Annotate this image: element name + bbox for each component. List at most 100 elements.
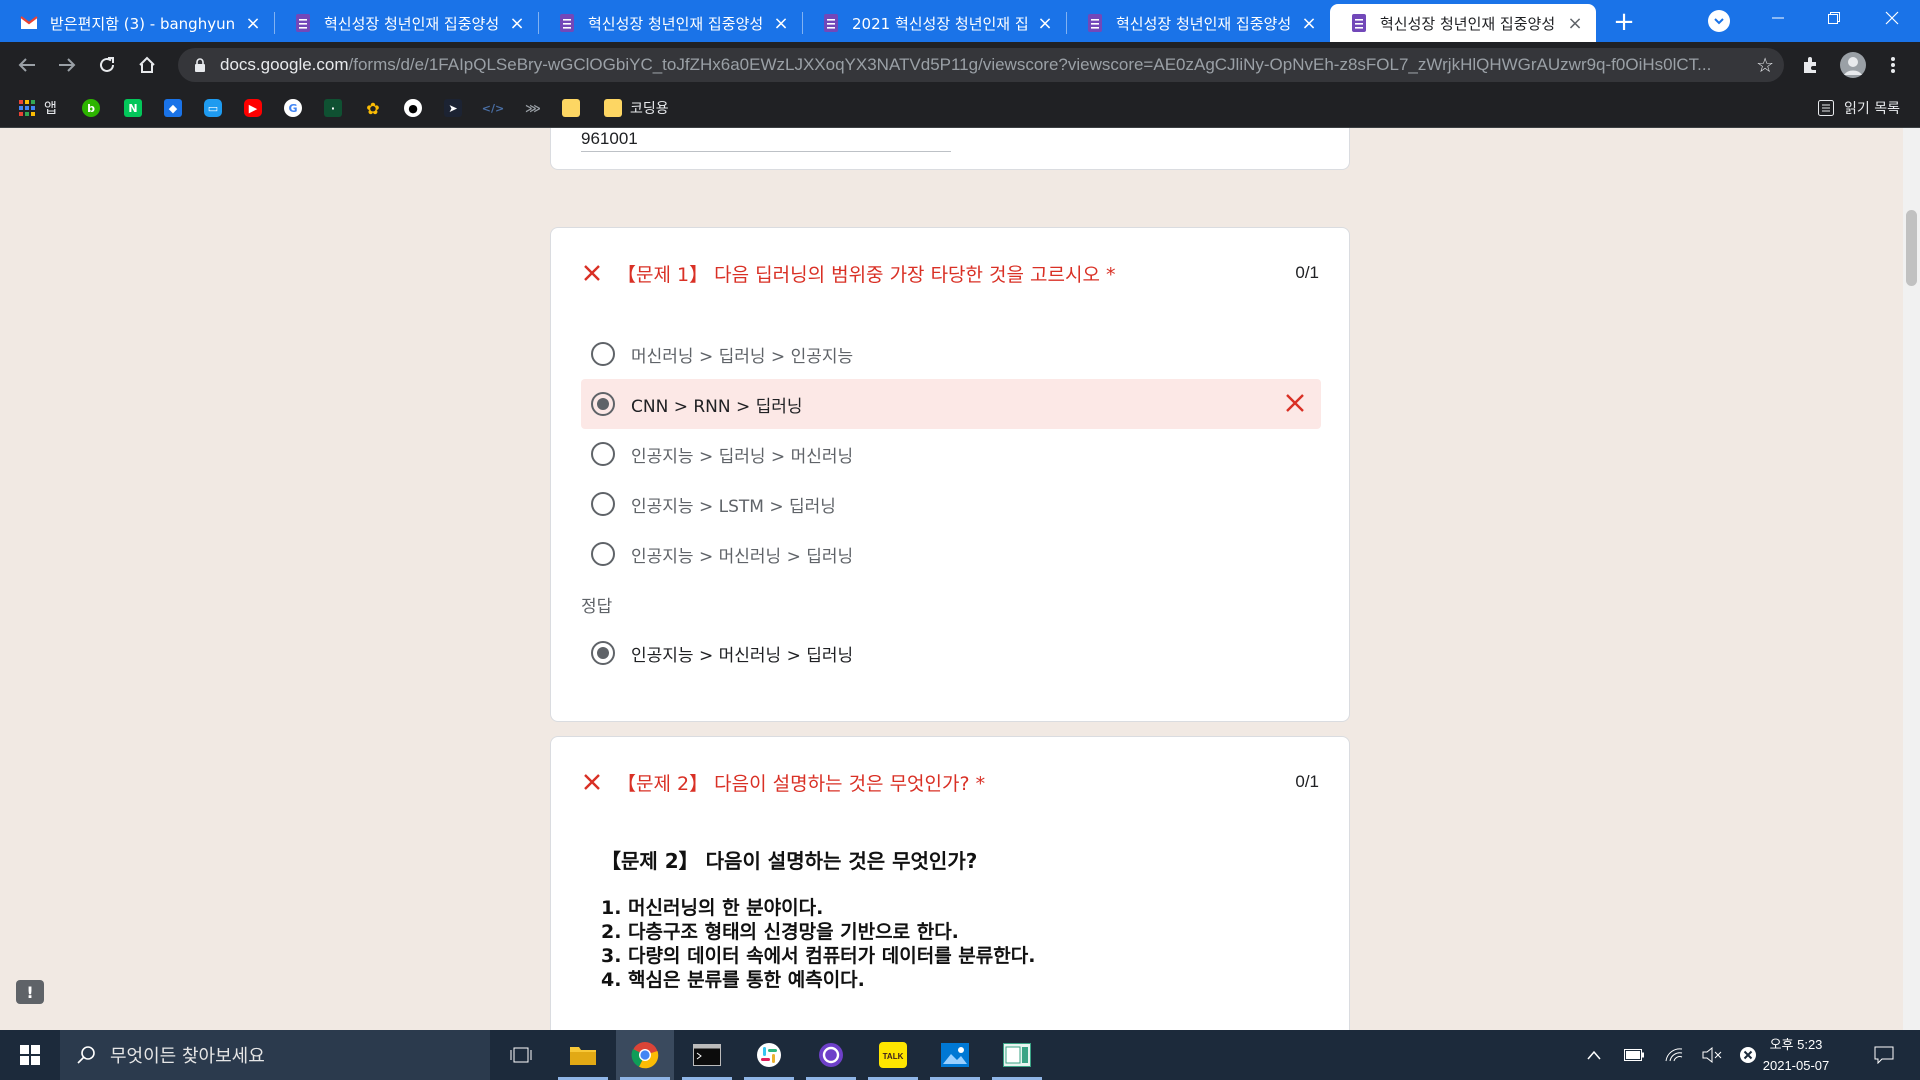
radio-button [591, 492, 615, 516]
apps-grid-icon [18, 99, 36, 117]
tab-gmail[interactable]: 받은편지함 (3) - banghyun × [0, 4, 274, 42]
page-scrollbar[interactable] [1903, 128, 1920, 1030]
tab-forms-3[interactable]: 2021 혁신성장 청년인재 집 × [802, 4, 1066, 42]
question-image: 【문제 2】 다음이 설명하는 것은 무엇인가? 1. 머신러닝의 한 분야이다… [601, 845, 1201, 992]
bookmark-11[interactable]: </> [481, 96, 505, 120]
clock-time: 오후 5:23 [1769, 1037, 1823, 1052]
reading-list[interactable]: 읽기 목록 [1818, 96, 1900, 120]
taskbar-clock[interactable]: 오후 5:23 2021-05-07 [1756, 1034, 1836, 1076]
close-icon[interactable]: × [508, 13, 526, 34]
previous-question-card: 961001 [550, 128, 1350, 170]
site-icon: b [82, 99, 100, 117]
option-4: 인공지능 > LSTM > 딥러닝 [581, 479, 1321, 529]
reload-icon[interactable] [90, 48, 124, 82]
bookmark-10[interactable]: ➤ [444, 96, 462, 120]
forms-page: 961001 【문제 1】 다음 딥러닝의 범위중 가장 타당한 것을 고르시오… [0, 128, 1920, 1030]
tab-title: 혁신성장 청년인재 집중양성 [1116, 14, 1292, 33]
minimize-icon[interactable] [1750, 0, 1806, 36]
bookmark-naver[interactable]: N [124, 96, 142, 120]
windows-start-icon[interactable] [0, 1030, 60, 1080]
lock-icon[interactable] [192, 57, 208, 73]
close-icon[interactable]: × [772, 13, 790, 34]
kakaotalk-icon[interactable]: TALK [864, 1030, 922, 1080]
bookmark-4[interactable]: ▭ [204, 96, 222, 120]
scrollbar-thumb[interactable] [1906, 210, 1917, 286]
site-icon: ⋙ [525, 101, 541, 115]
network-icon[interactable] [1660, 1030, 1688, 1080]
bird-icon: ➤ [444, 99, 462, 117]
option-text: 인공지능 > LSTM > 딥러닝 [631, 496, 836, 517]
battery-icon[interactable] [1620, 1030, 1648, 1080]
restore-icon[interactable] [1806, 0, 1862, 36]
browser-toolbar: docs.google.com/forms/d/e/1FAIpQLSeBry-w… [0, 42, 1920, 88]
forward-icon[interactable] [50, 48, 84, 82]
windows-taskbar: 무엇이든 찾아보세요 TALK 오후 5:23 2021-05-07 [0, 1030, 1920, 1080]
forms-icon [294, 14, 312, 32]
menu-kebab-icon[interactable] [1878, 50, 1908, 80]
youtube-icon: ▶ [244, 99, 262, 117]
close-icon[interactable]: × [1036, 13, 1054, 34]
pinwheel-icon: ✿ [366, 98, 380, 118]
option-text: 인공지능 > 머신러닝 > 딥러닝 [631, 546, 854, 567]
bookmark-star-icon[interactable]: ☆ [1756, 53, 1774, 77]
image-line: 4. 핵심은 분류를 통한 예측이다. [601, 969, 865, 991]
question-1-card: 【문제 1】 다음 딥러닝의 범위중 가장 타당한 것을 고르시오 * 0/1 … [550, 227, 1350, 722]
extensions-icon[interactable] [1795, 50, 1825, 80]
close-icon[interactable]: × [1300, 13, 1318, 34]
bookmark-12[interactable]: ⋙ [524, 96, 542, 120]
bookmark-3[interactable]: ◆ [164, 96, 182, 120]
option-text: 머신러닝 > 딥러닝 > 인공지능 [631, 346, 854, 367]
bookmark-7[interactable]: · [324, 96, 342, 120]
tab-forms-1[interactable]: 혁신성장 청년인재 집중양성 × [274, 4, 538, 42]
github-desktop-icon[interactable] [802, 1030, 860, 1080]
question-score: 0/1 [1295, 772, 1319, 791]
bookmark-folder[interactable] [562, 96, 580, 120]
task-view-icon[interactable] [492, 1030, 550, 1080]
tab-forms-active[interactable]: 혁신성장 청년인재 집중양성 × [1330, 4, 1596, 42]
image-line: 2. 다층구조 형태의 신경망을 기반으로 한다. [601, 921, 959, 943]
option-5: 인공지능 > 머신러닝 > 딥러닝 [581, 529, 1321, 579]
image-line: 3. 다량의 데이터 속에서 컴퓨터가 데이터를 분류한다. [601, 945, 1036, 967]
show-hidden-icons-chevron-up-icon[interactable] [1580, 1030, 1608, 1080]
taskbar-search-input[interactable]: 무엇이든 찾아보세요 [60, 1030, 490, 1080]
address-bar[interactable]: docs.google.com/forms/d/e/1FAIpQLSeBry-w… [178, 48, 1784, 82]
photos-icon[interactable] [926, 1030, 984, 1080]
cube-icon: ◆ [164, 99, 182, 117]
bookmark-youtube[interactable]: ▶ [244, 96, 262, 120]
question-2-card: 【문제 2】 다음이 설명하는 것은 무엇인가? * 0/1 【문제 2】 다음… [550, 736, 1350, 1030]
close-icon[interactable]: × [1566, 13, 1584, 34]
file-explorer-icon[interactable] [554, 1030, 612, 1080]
gmail-icon [20, 14, 38, 32]
bookmark-apps[interactable]: 앱 [18, 96, 57, 120]
bookmark-github[interactable]: ● [404, 96, 422, 120]
close-window-icon[interactable] [1864, 0, 1920, 36]
app-window-icon[interactable] [988, 1030, 1046, 1080]
bookmark-photos[interactable]: ✿ [364, 96, 382, 120]
option-text: 인공지능 > 머신러닝 > 딥러닝 [631, 645, 854, 666]
back-icon[interactable] [10, 48, 44, 82]
radio-button [591, 542, 615, 566]
forms-icon [1086, 14, 1104, 32]
question-score: 0/1 [1295, 263, 1319, 282]
tab-forms-2[interactable]: 혁신성장 청년인재 집중양성 × [538, 4, 802, 42]
new-tab-button[interactable]: + [1608, 6, 1640, 38]
volume-muted-icon[interactable] [1698, 1030, 1726, 1080]
code-icon: </> [481, 101, 505, 115]
slack-icon[interactable] [740, 1030, 798, 1080]
svg-text:TALK: TALK [883, 1052, 904, 1061]
bookmark-1[interactable]: b [82, 96, 100, 120]
report-feedback-icon[interactable]: ! [16, 980, 44, 1004]
terminal-icon[interactable] [678, 1030, 736, 1080]
close-icon[interactable]: × [244, 13, 262, 34]
profile-avatar[interactable] [1838, 50, 1868, 80]
home-icon[interactable] [130, 48, 164, 82]
tab-search-icon[interactable] [1708, 10, 1730, 32]
bookmark-coding[interactable]: 코딩용 [604, 96, 669, 120]
chrome-taskbar-icon[interactable] [616, 1030, 674, 1080]
notifications-icon[interactable] [1864, 1030, 1904, 1080]
url-text[interactable]: docs.google.com/forms/d/e/1FAIpQLSeBry-w… [220, 55, 1720, 75]
reading-list-icon [1818, 100, 1835, 116]
bookmark-google[interactable]: G [284, 96, 302, 120]
tab-forms-4[interactable]: 혁신성장 청년인재 집중양성 × [1066, 4, 1330, 42]
question-title: 【문제 1】 다음 딥러닝의 범위중 가장 타당한 것을 고르시오 * [617, 263, 1116, 286]
